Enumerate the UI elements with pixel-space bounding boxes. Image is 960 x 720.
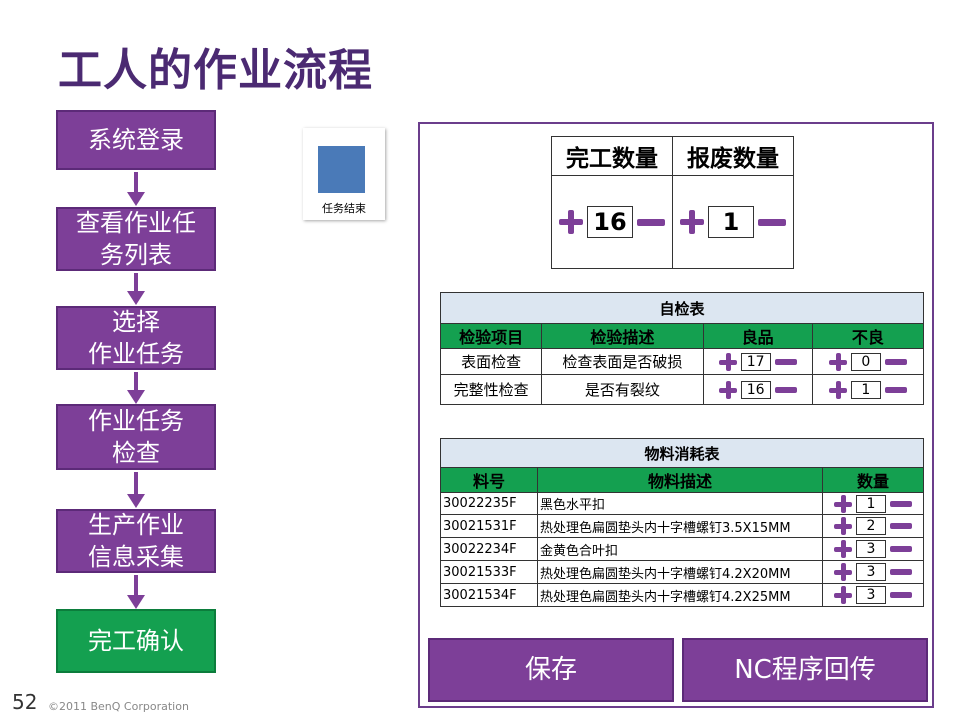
plus-icon[interactable] (718, 352, 737, 371)
material-desc: 金黄色合叶扣 (537, 537, 823, 561)
table-row: 30021534F 热处理色扁圆垫头内十字槽螺钉4.2X25MM 3 (440, 583, 924, 607)
table-row: 30022235F 黑色水平扣 1 (440, 492, 924, 515)
minus-icon[interactable] (890, 546, 912, 552)
material-qty-field[interactable]: 3 (856, 586, 886, 604)
minus-icon[interactable] (890, 523, 912, 529)
flow-step-select-task: 选择 作业任务 (56, 306, 216, 370)
plus-icon[interactable] (718, 380, 737, 399)
flow-step-info-collect: 生产作业 信息采集 (56, 509, 216, 573)
minus-icon[interactable] (758, 218, 786, 226)
column-header: 检验描述 (541, 323, 704, 349)
flow-step-completion: 完工确认 (56, 609, 216, 673)
page-title: 工人的作业流程 (58, 45, 373, 96)
done-qty-header: 完工数量 (551, 136, 673, 176)
table-row: 30021531F 热处理色扁圆垫头内十字槽螺钉3.5X15MM 2 (440, 514, 924, 538)
material-caption: 物料消耗表 (440, 438, 924, 468)
flow-arrow (127, 372, 145, 404)
copyright: ©2011 BenQ Corporation (48, 700, 189, 713)
plus-icon[interactable] (828, 352, 847, 371)
column-header: 物料描述 (537, 467, 823, 493)
check-item: 完整性检查 (439, 374, 543, 405)
material-code: 30021533F (440, 560, 538, 584)
plus-icon[interactable] (834, 517, 852, 535)
done-qty-field[interactable]: 16 (587, 206, 633, 238)
self-check-caption: 自检表 (440, 292, 924, 324)
self-check-table: 自检表 检验项目 检验描述 良品 不良 表面检查 检查表面是否破损 17 0 完… (439, 292, 925, 405)
column-header: 数量 (822, 467, 924, 493)
minus-icon[interactable] (890, 569, 912, 575)
plus-icon[interactable] (834, 494, 852, 513)
material-qty-field[interactable]: 3 (856, 540, 886, 558)
column-header: 料号 (440, 467, 538, 493)
minus-icon[interactable] (774, 358, 797, 365)
minus-icon[interactable] (890, 592, 912, 598)
material-desc: 热处理色扁圆垫头内十字槽螺钉4.2X20MM (537, 560, 823, 584)
check-item: 表面检查 (439, 348, 543, 375)
minus-icon[interactable] (774, 386, 797, 393)
scrap-qty-field[interactable]: 1 (708, 206, 754, 238)
plus-icon[interactable] (828, 380, 847, 399)
material-desc: 热处理色扁圆垫头内十字槽螺钉3.5X15MM (537, 514, 823, 538)
column-header: 检验项目 (439, 323, 543, 349)
minus-icon[interactable] (884, 358, 907, 365)
task-icon (318, 146, 365, 193)
scrap-qty-counter: 1 (673, 206, 793, 238)
column-header: 不良 (811, 323, 925, 349)
flow-arrow (127, 472, 145, 508)
nc-return-button[interactable]: NC程序回传 (682, 638, 928, 702)
check-desc: 检查表面是否破损 (541, 348, 704, 375)
save-button[interactable]: 保存 (428, 638, 674, 702)
scrap-qty-header: 报废数量 (672, 136, 794, 176)
bad-count-field[interactable]: 0 (850, 352, 881, 371)
flow-step-login: 系统登录 (56, 110, 216, 170)
task-end-card[interactable]: 任务结束 (303, 128, 385, 220)
material-qty-field[interactable]: 3 (856, 563, 886, 581)
plus-icon[interactable] (834, 540, 852, 558)
flow-step-task-check: 作业任务 检查 (56, 404, 216, 470)
table-row: 30021533F 热处理色扁圆垫头内十字槽螺钉4.2X20MM 3 (440, 560, 924, 584)
material-code: 30022234F (440, 537, 538, 561)
material-table: 物料消耗表 料号 物料描述 数量 30022235F 黑色水平扣 1 30021… (440, 438, 924, 607)
material-code: 30022235F (440, 492, 538, 515)
good-count-field[interactable]: 16 (740, 380, 771, 399)
material-code: 30021531F (440, 514, 538, 538)
bad-count-field[interactable]: 1 (850, 380, 881, 399)
done-qty-counter: 16 (552, 206, 672, 238)
table-row: 完整性检查 是否有裂纹 16 1 (439, 374, 925, 405)
table-row: 表面检查 检查表面是否破损 17 0 (439, 348, 925, 375)
quantity-table: 完工数量 报废数量 16 1 (551, 136, 794, 269)
flow-arrow (127, 273, 145, 305)
material-code: 30021534F (440, 583, 538, 607)
column-header: 良品 (702, 323, 813, 349)
completion-panel: 完工数量 报废数量 16 1 自检表 检验项目 检验描述 良品 不良 表面检查 (418, 122, 934, 708)
flow-step-view-tasks: 查看作业任 务列表 (56, 207, 216, 271)
good-count-field[interactable]: 17 (740, 352, 771, 371)
check-desc: 是否有裂纹 (541, 374, 704, 405)
minus-icon[interactable] (884, 386, 907, 393)
flow-arrow (127, 172, 145, 206)
minus-icon[interactable] (637, 218, 665, 226)
material-desc: 黑色水平扣 (537, 492, 823, 515)
minus-icon[interactable] (890, 500, 912, 507)
material-qty-field[interactable]: 2 (856, 517, 886, 535)
material-desc: 热处理色扁圆垫头内十字槽螺钉4.2X25MM (537, 583, 823, 607)
plus-icon[interactable] (834, 563, 852, 581)
material-qty-field[interactable]: 1 (856, 494, 886, 513)
plus-icon[interactable] (680, 210, 704, 234)
table-row: 30022234F 金黄色合叶扣 3 (440, 537, 924, 561)
plus-icon[interactable] (834, 586, 852, 604)
page-number: 52 (12, 690, 38, 714)
flow-arrow (127, 575, 145, 609)
plus-icon[interactable] (559, 210, 583, 234)
task-end-label: 任务结束 (322, 202, 366, 215)
